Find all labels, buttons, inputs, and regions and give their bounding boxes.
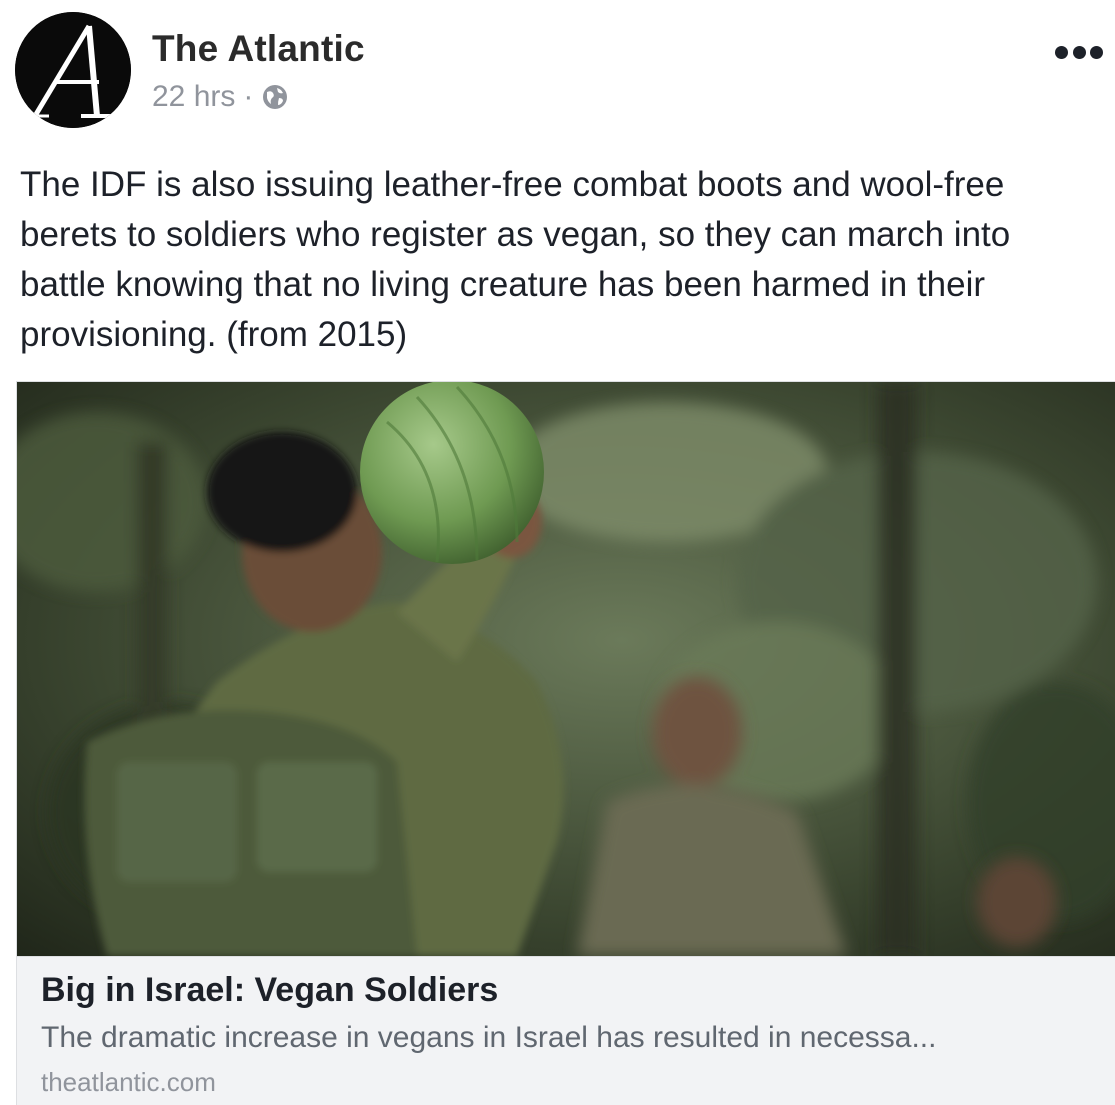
facebook-post: The Atlantic 22 hrs · The IDF is also is…: [0, 0, 1115, 1105]
dot-2: [1072, 45, 1086, 59]
link-caption[interactable]: Big in Israel: Vegan Soldiers The dramat…: [17, 956, 1115, 1105]
dot-1: [1055, 45, 1068, 59]
atlantic-logo-icon: [15, 12, 131, 128]
link-title[interactable]: Big in Israel: Vegan Soldiers: [41, 971, 498, 1010]
globe-icon: [263, 85, 288, 109]
link-description: The dramatic increase in vegans in Israe…: [41, 1021, 937, 1054]
soldier-photo: [17, 382, 1115, 956]
post-meta: 22 hrs ·: [152, 80, 289, 114]
page-avatar[interactable]: [15, 12, 131, 128]
post-timestamp[interactable]: 22 hrs: [152, 80, 235, 114]
link-preview-card[interactable]: Big in Israel: Vegan Soldiers The dramat…: [16, 381, 1115, 1105]
meta-separator: ·: [243, 80, 254, 113]
dot-3: [1090, 45, 1103, 59]
link-preview-image[interactable]: [17, 382, 1115, 956]
post-text: The IDF is also issuing leather-free com…: [20, 165, 1011, 354]
more-options-icon[interactable]: [1055, 42, 1103, 62]
page-name-link[interactable]: The Atlantic: [152, 28, 365, 70]
post-header: The Atlantic 22 hrs ·: [0, 0, 1115, 140]
link-domain: theatlantic.com: [41, 1067, 216, 1097]
